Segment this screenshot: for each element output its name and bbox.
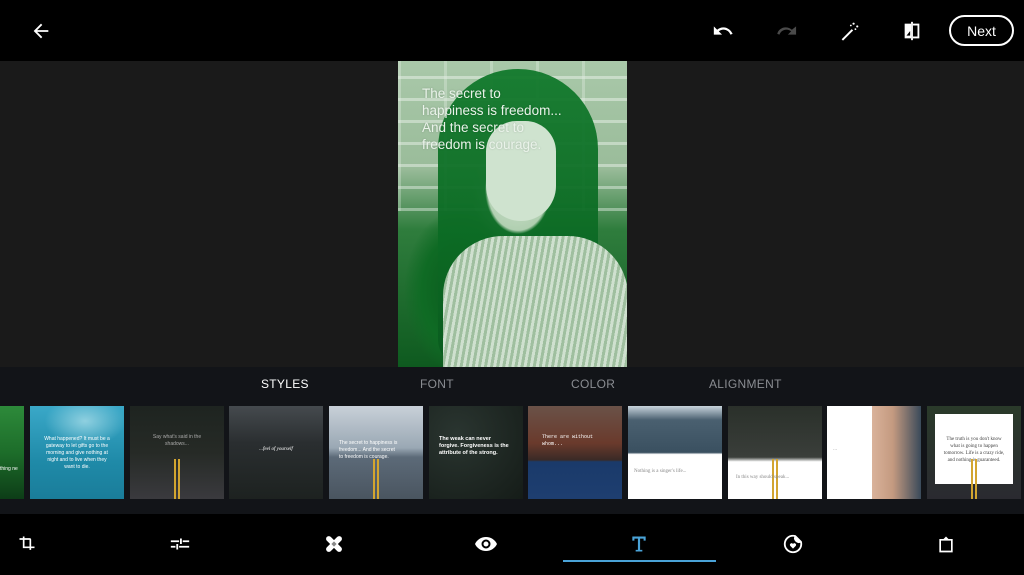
style-thumb-text: The secret to happiness is freedom... An…: [339, 440, 398, 460]
photo-subject-body: [443, 236, 627, 367]
edited-photo[interactable]: The secret to happiness is freedom... An…: [398, 61, 627, 367]
tab-styles[interactable]: STYLES: [261, 377, 309, 391]
style-thumb-script-storm[interactable]: ...feel of yourself: [229, 406, 323, 499]
style-thumbnails-strip[interactable]: thing ne What happened? It must be a gat…: [0, 404, 1024, 514]
undo-button[interactable]: [708, 16, 738, 46]
compare-button[interactable]: [897, 16, 927, 46]
tab-color[interactable]: COLOR: [571, 377, 615, 391]
style-thumb-sky[interactable]: What happened? It must be a gateway to l…: [30, 406, 124, 499]
style-thumb-text: There are without whom...: [542, 434, 594, 447]
compare-icon: [904, 21, 920, 41]
tool-sticker[interactable]: [777, 530, 809, 558]
style-thumb-forest-bold[interactable]: The weak can never forgive. Forgiveness …: [429, 406, 523, 499]
redo-icon: [777, 26, 797, 35]
style-thumb-text: thing ne: [0, 466, 18, 472]
style-thumb-text: ...feel of yourself: [259, 447, 293, 452]
eye-icon: [475, 537, 497, 551]
tab-alignment[interactable]: ALIGNMENT: [709, 377, 782, 391]
photo-canvas-area: The secret to happiness is freedom... An…: [0, 61, 1024, 367]
undo-icon: [713, 26, 733, 35]
style-thumb-green-leaf[interactable]: thing ne: [0, 406, 24, 499]
tab-font[interactable]: FONT: [420, 377, 454, 391]
quote-text-overlay[interactable]: The secret to happiness is freedom... An…: [422, 85, 562, 153]
style-thumb-road-clouds[interactable]: The secret to happiness is freedom... An…: [329, 406, 423, 499]
style-thumb-text: The truth is you don't know what is goin…: [943, 437, 1005, 463]
style-thumb-dark-road[interactable]: Say what's said in the shadows...: [130, 406, 224, 499]
crop-icon: [19, 536, 35, 550]
style-thumb-portrait[interactable]: ...: [827, 406, 921, 499]
editor-tools-nav: [0, 514, 1024, 575]
frame-icon: [939, 536, 953, 553]
style-thumb-centered-box[interactable]: The truth is you don't know what is goin…: [927, 406, 1021, 499]
text-icon: [632, 536, 646, 552]
tool-text[interactable]: [623, 530, 655, 558]
text-options-tabs: STYLES FONT COLOR ALIGNMENT: [0, 367, 1024, 404]
next-button[interactable]: Next: [949, 15, 1014, 46]
tool-adjust[interactable]: [164, 530, 196, 558]
magic-wand-icon: [841, 22, 859, 41]
back-button[interactable]: [26, 16, 56, 46]
tool-healing[interactable]: [318, 530, 350, 558]
sliders-icon: [170, 538, 190, 550]
top-toolbar: Next: [0, 0, 1024, 61]
sticker-icon: [783, 534, 803, 554]
tool-frame[interactable]: [930, 530, 962, 558]
style-thumb-text: What happened? It must be a gateway to l…: [44, 436, 110, 470]
style-thumb-white-box-clouds[interactable]: Nothing is a singer's life...: [628, 406, 722, 499]
style-thumb-text: Say what's said in the shadows...: [152, 434, 202, 447]
redo-button[interactable]: [771, 16, 801, 46]
arrow-left-icon: [33, 23, 49, 39]
tool-red-eye[interactable]: [470, 530, 502, 558]
active-tool-indicator: [563, 560, 716, 562]
style-thumb-text: In this way should speak...: [736, 475, 790, 480]
style-thumb-text: The weak can never forgive. Forgiveness …: [439, 436, 509, 456]
bandage-icon: [326, 536, 342, 552]
style-thumb-text: Nothing is a singer's life...: [634, 469, 687, 474]
style-thumb-white-box-road[interactable]: In this way should speak...: [728, 406, 822, 499]
style-thumb-mountain-lake[interactable]: There are without whom...: [528, 406, 622, 499]
tool-crop[interactable]: [11, 530, 43, 558]
auto-enhance-button[interactable]: [834, 16, 864, 46]
style-thumb-text: ...: [833, 446, 838, 452]
